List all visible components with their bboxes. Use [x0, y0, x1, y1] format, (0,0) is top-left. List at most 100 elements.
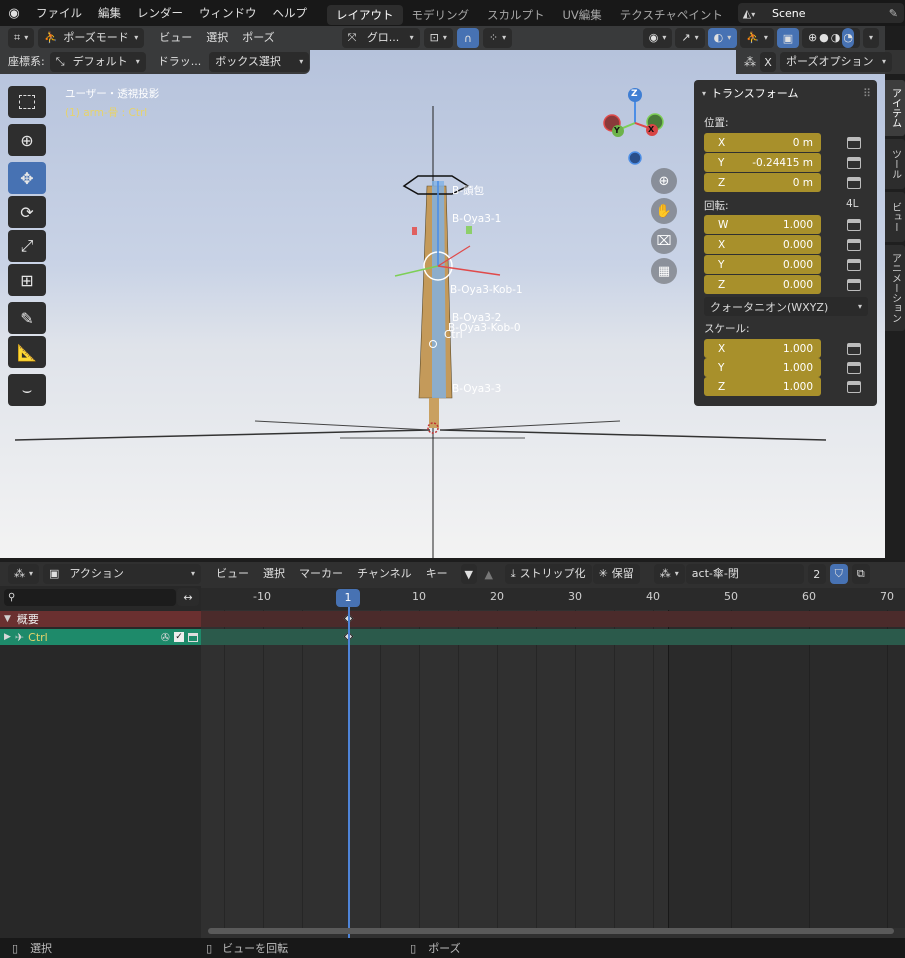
menu-edit[interactable]: 編集	[90, 0, 129, 26]
tab-sculpt[interactable]: スカルプト	[478, 5, 554, 25]
lock-icon[interactable]	[847, 343, 861, 355]
blender-logo-icon[interactable]: ◉	[0, 0, 28, 26]
menu-window[interactable]: ウィンドウ	[191, 0, 265, 26]
lock-icon[interactable]	[188, 632, 198, 642]
location-z-field[interactable]: Z 0 m	[704, 173, 821, 192]
snap-target-dropdown[interactable]: ⁘ ▾	[482, 28, 513, 48]
mirror-icon[interactable]: ⁂	[744, 55, 756, 69]
editor-type-button[interactable]: ⁂ ▾	[8, 564, 40, 584]
action-browse-button[interactable]: ⁂ ▾	[653, 564, 685, 584]
rotation-y-field[interactable]: Y 0.000	[704, 255, 821, 274]
navgizmo-x-label[interactable]: X	[648, 125, 654, 134]
shading-modes[interactable]: ⊕ ● ◑ ◔	[801, 28, 860, 48]
visibility-dropdown[interactable]: ◉ ▾	[642, 28, 673, 48]
menu-select[interactable]: 選択	[258, 564, 290, 584]
menu-marker[interactable]: マーカー	[294, 564, 348, 584]
shading-options-dropdown[interactable]: ▾	[862, 28, 879, 48]
drag-handle-icon[interactable]: ⠿	[863, 87, 871, 100]
location-y-field[interactable]: Y -0.24415 m	[704, 153, 821, 172]
measure-tool[interactable]: 📐	[8, 336, 46, 368]
channel-ctrl[interactable]: ▶ ✈ Ctrl ✇ ✓	[0, 629, 201, 645]
menu-render[interactable]: レンダー	[129, 0, 191, 26]
channel-search-input[interactable]: ⚲	[4, 589, 176, 606]
cursor-tool[interactable]: ⊕	[8, 124, 46, 156]
lock-icon[interactable]	[847, 362, 861, 374]
select-box-tool[interactable]	[8, 86, 46, 118]
tab-animation[interactable]: アニメーション	[885, 245, 905, 331]
tab-layout[interactable]: レイアウト	[327, 4, 403, 25]
navgizmo-y-label[interactable]: Y	[614, 126, 620, 135]
menu-view[interactable]: ビュー	[154, 28, 197, 48]
orientation-dropdown[interactable]: ⤧ グロ... ▾	[341, 28, 420, 48]
fake-user-shield-icon[interactable]: ⛉	[829, 564, 848, 584]
annotate-tool[interactable]: ✎	[8, 302, 46, 334]
material-shading-icon[interactable]: ◑	[831, 28, 841, 48]
location-x-field[interactable]: X 0 m	[704, 133, 821, 152]
dopesheet-mode-dropdown[interactable]: ▣ アクション ▾	[43, 564, 202, 584]
lock-icon[interactable]	[847, 239, 861, 251]
playhead[interactable]	[348, 604, 350, 938]
xray-toggle[interactable]: ▣	[776, 28, 799, 48]
layer-up-icon[interactable]: ▲	[481, 564, 497, 584]
horizontal-scrollbar[interactable]	[208, 928, 894, 934]
menu-channel[interactable]: チャンネル	[352, 564, 417, 584]
rotation-z-field[interactable]: Z 0.000	[704, 275, 821, 294]
expand-right-icon[interactable]: ▶	[4, 632, 11, 642]
camera-icon[interactable]: ⌧	[651, 228, 677, 254]
wrench-icon[interactable]: ✇	[161, 631, 170, 644]
zoom-icon[interactable]: ⊕	[651, 168, 677, 194]
stash-button[interactable]: ✳ 保留	[592, 564, 640, 584]
rotation-x-field[interactable]: X 0.000	[704, 235, 821, 254]
rotation-4l-toggle[interactable]: 4L	[846, 198, 859, 210]
relax-pose-tool[interactable]: ⌣	[8, 374, 46, 406]
rendered-shading-icon[interactable]: ◔	[842, 28, 854, 48]
menu-pose[interactable]: ポーズ	[237, 28, 279, 48]
tab-uv-editing[interactable]: UV編集	[554, 5, 611, 25]
mode-dropdown[interactable]: ⛹ ポーズモード ▾	[38, 28, 145, 48]
action-name-field[interactable]: act-傘-閉	[685, 564, 804, 584]
bone-overlay-dropdown[interactable]: ⛹ ▾	[740, 28, 774, 48]
rotation-w-field[interactable]: W 1.000	[704, 215, 821, 234]
tab-modeling[interactable]: モデリング	[403, 5, 479, 25]
channel-summary[interactable]: ▼ 概要	[0, 611, 201, 627]
push-down-button[interactable]: ⤓ ストリップ化	[504, 564, 592, 584]
new-action-icon[interactable]: ⧉	[851, 564, 870, 584]
lock-icon[interactable]	[847, 177, 861, 189]
transform-tool[interactable]: ⊞	[8, 264, 46, 296]
lock-icon[interactable]	[847, 137, 861, 149]
menu-file[interactable]: ファイル	[28, 0, 90, 26]
wireframe-shading-icon[interactable]: ⊕	[808, 28, 817, 48]
snap-toggle[interactable]: ∩	[456, 28, 479, 48]
tab-texture-paint[interactable]: テクスチャペイント	[611, 5, 732, 25]
pose-options-dropdown[interactable]: ポーズオプション ▾	[780, 52, 892, 72]
sync-horizontal-icon[interactable]: ↔	[177, 588, 199, 606]
rotation-mode-dropdown[interactable]: クォータニオン(WXYZ) ▾	[704, 297, 868, 316]
transform-panel-header[interactable]: ▾ トランスフォーム ⠿	[694, 84, 877, 102]
menu-select[interactable]: 選択	[201, 28, 233, 48]
navgizmo-z-label[interactable]: Z	[631, 89, 638, 99]
tab-view[interactable]: ビュー	[885, 192, 905, 242]
solid-shading-icon[interactable]: ●	[819, 28, 829, 48]
scale-z-field[interactable]: Z 1.000	[704, 377, 821, 396]
menu-help[interactable]: ヘルプ	[265, 0, 316, 26]
current-frame-indicator[interactable]: 1	[336, 589, 360, 607]
tab-tool[interactable]: ツール	[885, 139, 905, 189]
checkbox-icon[interactable]: ✓	[174, 632, 184, 642]
layer-down-icon[interactable]: ▼	[460, 564, 477, 584]
editor-type-button[interactable]: ⌗ ▾	[8, 28, 35, 48]
rotate-tool[interactable]: ⟳	[8, 196, 46, 228]
move-tool[interactable]: ✥	[8, 162, 46, 194]
coord-system-dropdown[interactable]: ⤡ デフォルト ▾	[49, 52, 146, 72]
scale-tool[interactable]: ⤢	[8, 230, 46, 262]
gizmo-toggle[interactable]: ↗ ▾	[675, 28, 705, 48]
lock-icon[interactable]	[847, 219, 861, 231]
scale-y-field[interactable]: Y 1.000	[704, 358, 821, 377]
scene-selector[interactable]: ◭▾ Scene ✎	[738, 3, 904, 23]
drag-dropdown[interactable]: ボックス選択 ▾	[209, 52, 310, 72]
lock-icon[interactable]	[847, 381, 861, 393]
pivot-dropdown[interactable]: ⊡ ▾	[423, 28, 453, 48]
lock-icon[interactable]	[847, 259, 861, 271]
frame-ruler[interactable]	[201, 588, 905, 610]
x-mirror-toggle[interactable]: X	[760, 52, 776, 72]
overlay-toggle[interactable]: ◐ ▾	[707, 28, 738, 48]
